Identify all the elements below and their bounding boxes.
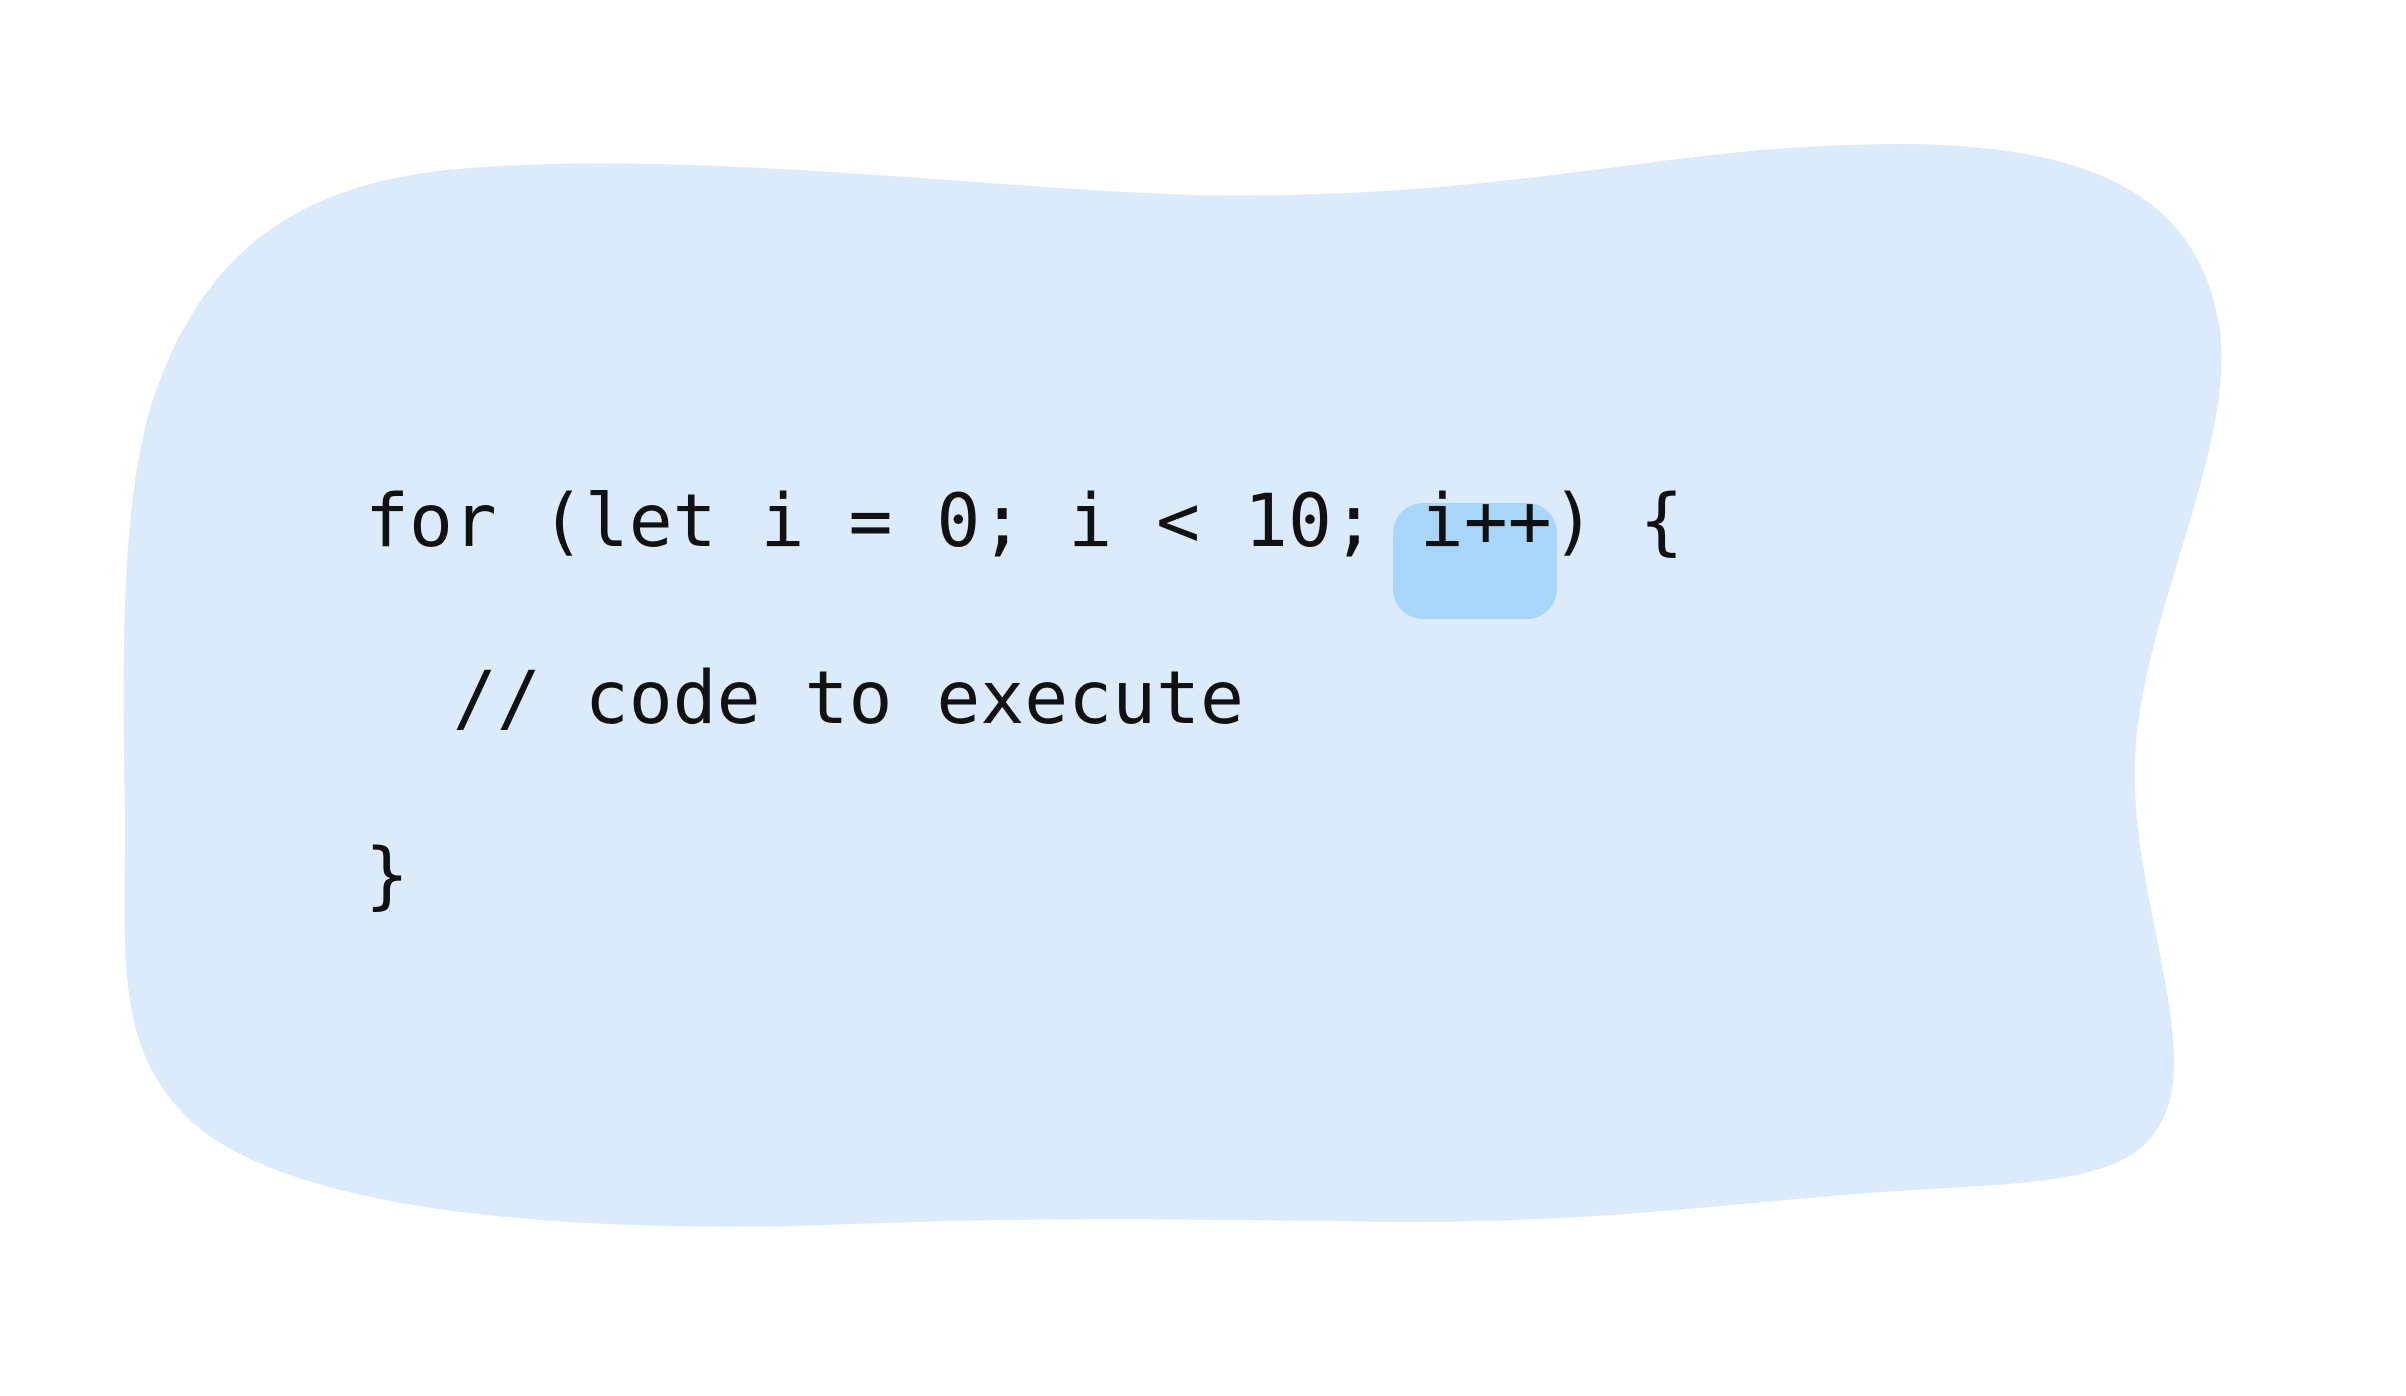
code-block: for (let i = 0; i < 10; i++) { // code t… bbox=[365, 433, 1684, 964]
code-line-close: } bbox=[365, 833, 409, 918]
code-line-comment: // code to execute bbox=[365, 656, 1244, 741]
code-line-for: for (let i = 0; i < 10; i++) { bbox=[365, 433, 1684, 610]
code-text: for (let i = 0; i < 10; bbox=[365, 479, 1420, 564]
highlighted-increment: i++ bbox=[1419, 479, 1552, 564]
code-text: ) { bbox=[1551, 479, 1684, 564]
